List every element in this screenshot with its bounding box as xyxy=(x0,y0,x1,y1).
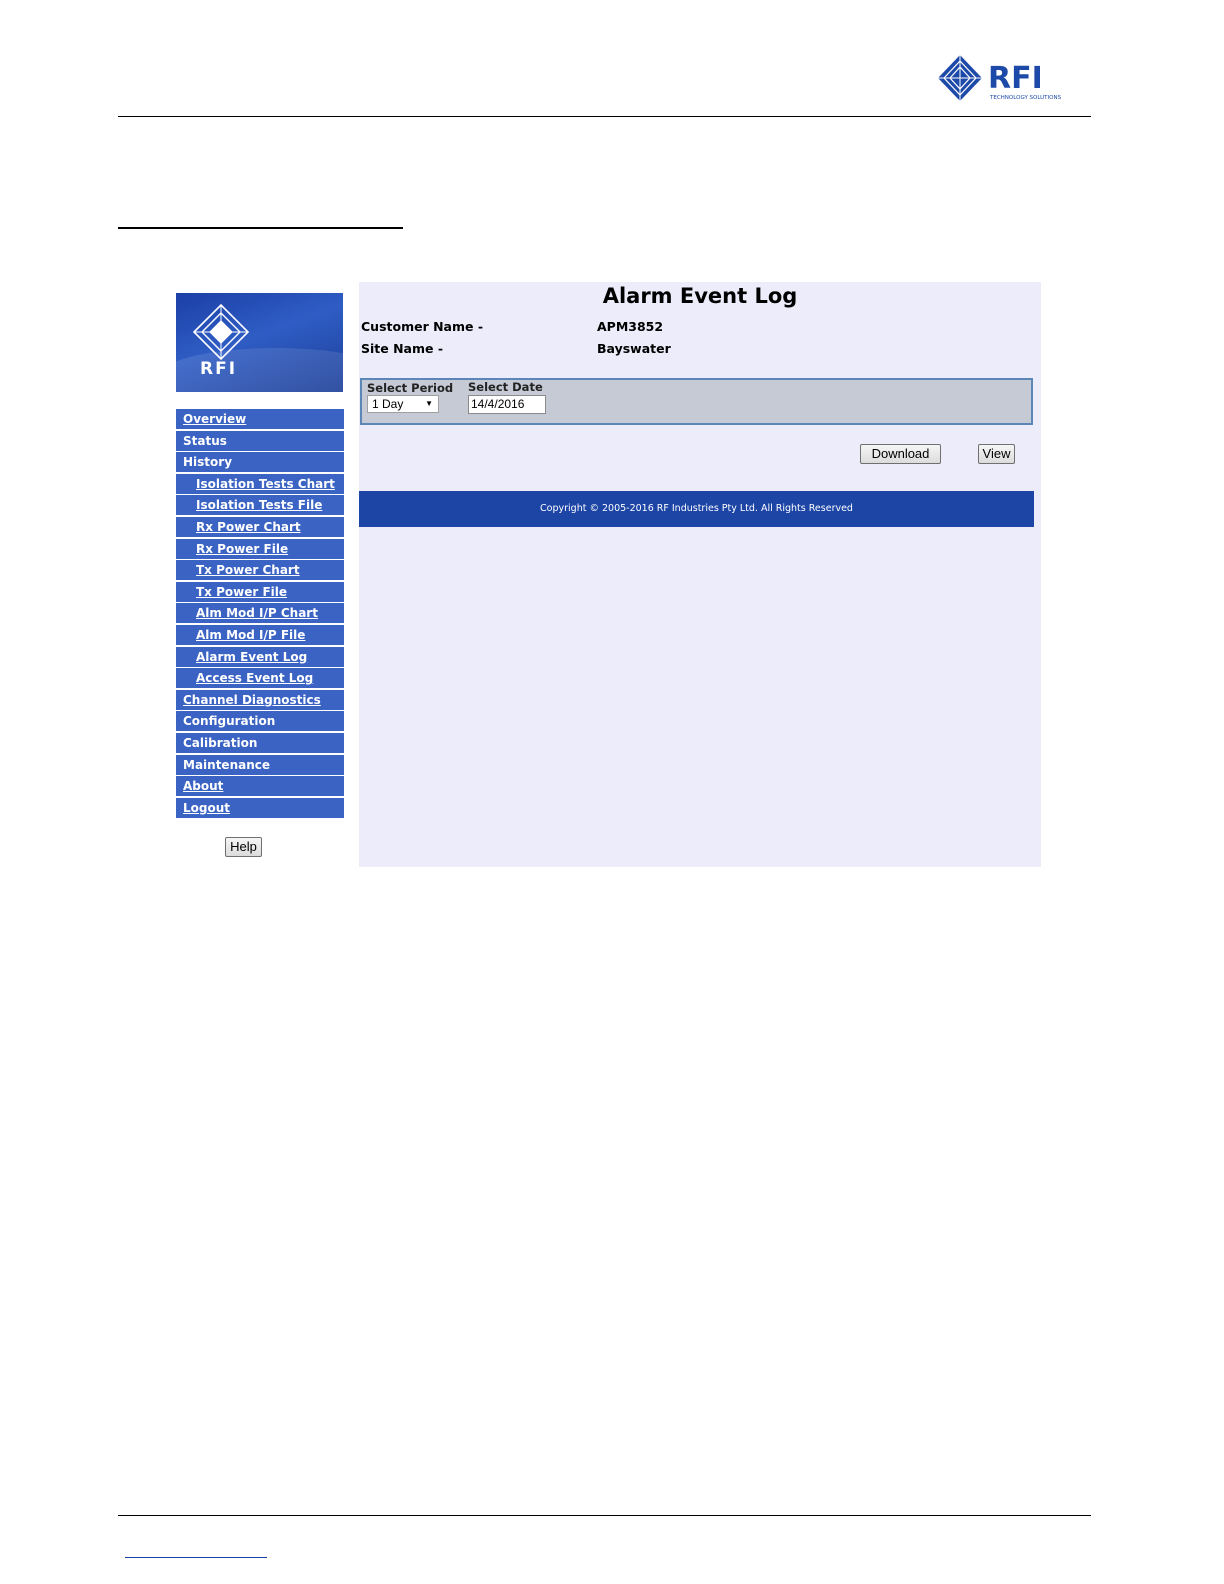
sidebar-item-label: About xyxy=(183,779,224,794)
sidebar-item-about[interactable]: About xyxy=(176,776,344,797)
sidebar-item-label: Access Event Log xyxy=(196,671,314,686)
sidebar-item-history[interactable]: History xyxy=(176,452,344,473)
copyright-footer: Copyright © 2005-2016 RF Industries Pty … xyxy=(359,491,1034,527)
download-button[interactable]: Download xyxy=(860,444,941,464)
sidebar-item-label: Tx Power Chart xyxy=(196,563,300,578)
sidebar-item-alm-mod-i-p-file[interactable]: Alm Mod I/P File xyxy=(176,624,344,645)
customer-name-value: APM3852 xyxy=(597,319,664,334)
sidebar-logo: RFI xyxy=(176,293,343,392)
sidebar-item-label: Channel Diagnostics xyxy=(183,692,321,707)
sidebar-item-configuration[interactable]: Configuration xyxy=(176,711,344,732)
header-rule xyxy=(118,116,1091,117)
sidebar-item-calibration[interactable]: Calibration xyxy=(176,732,344,753)
section-heading-rule xyxy=(118,227,403,229)
sidebar-item-channel-diagnostics[interactable]: Channel Diagnostics xyxy=(176,689,344,710)
sidebar-item-label: Logout xyxy=(183,800,231,815)
customer-name-label: Customer Name - xyxy=(361,319,484,334)
sidebar-item-label: Calibration xyxy=(183,735,258,750)
sidebar-item-label: Configuration xyxy=(183,714,276,729)
sidebar-item-label: Rx Power File xyxy=(196,541,289,556)
sidebar-item-isolation-tests-file[interactable]: Isolation Tests File xyxy=(176,495,344,516)
sidebar-item-label: Isolation Tests Chart xyxy=(196,476,335,491)
antenna-globe-icon xyxy=(192,303,250,361)
sidebar-item-label: Isolation Tests File xyxy=(196,498,323,513)
help-button[interactable]: Help xyxy=(225,837,262,857)
sidebar-item-label: Alm Mod I/P File xyxy=(196,627,306,642)
sidebar-item-maintenance[interactable]: Maintenance xyxy=(176,754,344,775)
site-name-value: Bayswater xyxy=(597,341,671,356)
date-input[interactable]: 14/4/2016 xyxy=(468,395,546,414)
antenna-globe-icon xyxy=(938,55,982,101)
sidebar-item-label: Alarm Event Log xyxy=(196,649,308,664)
period-select[interactable]: 1 Day ▼ xyxy=(367,395,439,413)
view-button[interactable]: View xyxy=(978,444,1015,464)
sidebar-item-isolation-tests-chart[interactable]: Isolation Tests Chart xyxy=(176,473,344,494)
sidebar-item-label: Tx Power File xyxy=(196,584,288,599)
sidebar-item-logout[interactable]: Logout xyxy=(176,797,344,818)
main-panel: Alarm Event Log Customer Name - APM3852 … xyxy=(359,282,1041,867)
sidebar-item-tx-power-chart[interactable]: Tx Power Chart xyxy=(176,560,344,581)
sidebar-item-overview[interactable]: Overview xyxy=(176,409,344,429)
page-title: Alarm Event Log xyxy=(602,284,798,308)
chevron-down-icon: ▼ xyxy=(425,399,433,408)
sidebar-item-rx-power-file[interactable]: Rx Power File xyxy=(176,538,344,559)
footer-rule xyxy=(118,1515,1091,1516)
sidebar-item-tx-power-file[interactable]: Tx Power File xyxy=(176,581,344,602)
sidebar-item-label: Overview xyxy=(183,412,247,426)
sidebar-item-label: Rx Power Chart xyxy=(196,519,301,534)
filter-panel: Select Period Select Date 1 Day ▼ 14/4/2… xyxy=(360,378,1033,425)
sidebar-item-label: Maintenance xyxy=(183,757,271,772)
sidebar-item-rx-power-chart[interactable]: Rx Power Chart xyxy=(176,516,344,537)
site-name-label: Site Name - xyxy=(361,341,444,356)
footer-link-underline xyxy=(125,1557,267,1558)
period-select-value: 1 Day xyxy=(372,397,404,411)
sidebar-item-label: Alm Mod I/P Chart xyxy=(196,606,318,621)
sidebar-item-status[interactable]: Status xyxy=(176,430,344,451)
sidebar-item-alarm-event-log[interactable]: Alarm Event Log xyxy=(176,646,344,667)
sidebar-logo-text: RFI xyxy=(200,359,238,379)
sidebar-item-label: History xyxy=(183,455,233,470)
sidebar-item-access-event-log[interactable]: Access Event Log xyxy=(176,668,344,689)
brand-name-text: RFI xyxy=(988,61,1043,96)
company-logo: RFI TECHNOLOGY SOLUTIONS xyxy=(934,52,1064,104)
date-label: Select Date xyxy=(468,380,543,394)
brand-tagline-text: TECHNOLOGY SOLUTIONS xyxy=(989,95,1062,101)
sidebar-item-label: Status xyxy=(183,433,227,448)
sidebar-nav: Overview Status History Isolation Tests Cha… xyxy=(176,409,344,819)
sidebar-item-alm-mod-i-p-chart[interactable]: Alm Mod I/P Chart xyxy=(176,603,344,624)
period-label: Select Period xyxy=(367,381,454,395)
